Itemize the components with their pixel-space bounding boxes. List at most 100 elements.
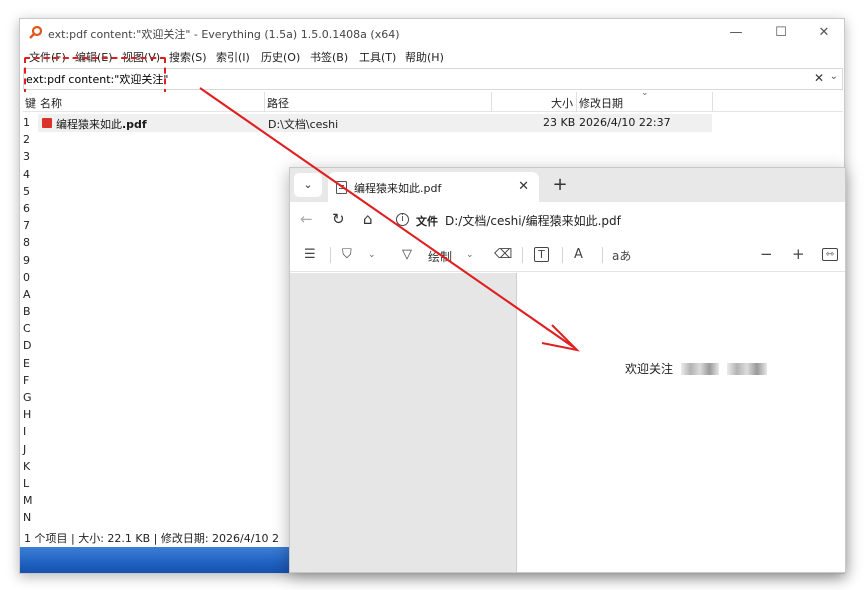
menu-file[interactable]: 文件(F) — [29, 49, 66, 65]
column-divider[interactable] — [712, 92, 713, 112]
draw-icon[interactable]: ▽ — [402, 247, 412, 262]
key-label: F — [23, 373, 30, 387]
back-arrow-icon[interactable]: ← — [300, 210, 313, 228]
address-bar[interactable]: i 文件 D:/文档/ceshi/编程猿来如此.pdf — [390, 207, 840, 233]
text-box-icon[interactable]: T — [534, 247, 549, 262]
search-input[interactable] — [26, 70, 806, 88]
result-path: D:\文档\ceshi — [268, 118, 339, 131]
column-header: 键 名称 路径 大小 修改日期 ⌄ — [23, 88, 843, 112]
refresh-icon[interactable]: ↻ — [332, 210, 345, 228]
magnifier-app-icon — [29, 26, 42, 39]
key-label: J — [23, 442, 27, 456]
contents-list-icon[interactable]: ☰ — [304, 247, 316, 262]
key-label: I — [23, 425, 27, 439]
pdf-file-icon — [42, 118, 52, 128]
tab-bar: ⌄ 编程猿来如此.pdf ✕ + — [290, 168, 845, 202]
column-divider[interactable] — [491, 92, 492, 112]
result-modified: 2026/4/10 22:37 — [579, 116, 671, 129]
key-label: 5 — [23, 184, 30, 198]
pdf-side-pane — [290, 273, 516, 572]
desktop-wallpaper — [20, 547, 290, 573]
toolbar-divider — [602, 247, 603, 263]
tab-title: 编程猿来如此.pdf — [354, 182, 442, 195]
eraser-icon[interactable]: ⌫ — [494, 247, 512, 262]
key-label: E — [23, 356, 30, 370]
key-label: C — [23, 322, 31, 336]
key-label: N — [23, 511, 32, 525]
window-title: ext:pdf content:"欢迎关注" - Everything (1.5… — [48, 28, 400, 41]
redacted-text — [681, 363, 719, 375]
url-text[interactable]: D:/文档/ceshi/编程猿来如此.pdf — [445, 212, 621, 229]
key-label: B — [23, 305, 31, 319]
search-history-dropdown-icon[interactable]: ⌄ — [830, 71, 838, 82]
column-divider[interactable] — [576, 92, 577, 112]
key-label: K — [23, 459, 31, 473]
result-row[interactable]: 编程猿来如此.pdf D:\文档\ceshi 23 KB 2026/4/10 2… — [38, 114, 712, 132]
toolbar-divider — [522, 247, 523, 263]
toolbar-divider — [562, 247, 563, 263]
pdf-toolbar: ☰ ⛉ ⌄ ▽ 绘制 ⌄ ⌫ T A aあ − + ⇿ — [290, 238, 845, 272]
column-key[interactable]: 键 — [25, 95, 36, 111]
key-label: G — [23, 391, 32, 404]
close-button[interactable]: ✕ — [802, 19, 844, 47]
document-icon — [336, 181, 347, 194]
fit-page-icon[interactable]: ⇿ — [822, 248, 838, 261]
result-size: 23 KB — [543, 116, 576, 129]
sort-indicator-icon: ⌄ — [641, 88, 649, 98]
key-label: 1 — [23, 116, 30, 129]
highlight-dropdown-icon[interactable]: ⌄ — [368, 250, 376, 260]
clear-search-icon[interactable]: ✕ — [814, 71, 824, 85]
key-label: H — [23, 408, 32, 422]
menu-index[interactable]: 索引(I) — [216, 49, 250, 65]
tab-close-icon[interactable]: ✕ — [518, 179, 529, 194]
menu-bookmarks[interactable]: 书签(B) — [310, 49, 348, 65]
zoom-out-icon[interactable]: − — [760, 245, 773, 263]
pdf-viewer-window: ⌄ 编程猿来如此.pdf ✕ + ← ↻ ⌂ i 文件 D:/文档/ceshi/… — [289, 167, 846, 573]
result-name: 编程猿来如此.pdf — [56, 118, 147, 131]
menu-tools[interactable]: 工具(T) — [359, 49, 396, 65]
column-size[interactable]: 大小 — [551, 95, 573, 111]
tab-pdf[interactable]: 编程猿来如此.pdf ✕ — [328, 172, 539, 202]
home-icon[interactable]: ⌂ — [363, 210, 373, 228]
key-label: 2 — [23, 133, 30, 147]
menu-history[interactable]: 历史(O) — [261, 49, 300, 65]
tab-list-chevron-icon[interactable]: ⌄ — [294, 173, 322, 197]
key-column: 1 2 3 4 5 6 7 8 9 0 A B C D E F G H I J … — [23, 114, 37, 527]
redacted-text — [727, 363, 767, 375]
menu-edit[interactable]: 编辑(E) — [75, 49, 113, 65]
new-tab-icon[interactable]: + — [546, 171, 574, 199]
key-label: D — [23, 339, 32, 353]
menu-search[interactable]: 搜索(S) — [169, 49, 207, 65]
maximize-button[interactable]: ☐ — [759, 19, 803, 47]
key-label: 3 — [23, 150, 30, 164]
read-aloud-icon[interactable]: A — [574, 247, 583, 262]
column-modified[interactable]: 修改日期 — [579, 95, 623, 111]
menu-view[interactable]: 视图(V) — [122, 49, 160, 65]
address-bar-row: ← ↻ ⌂ i 文件 D:/文档/ceshi/编程猿来如此.pdf — [290, 202, 845, 238]
key-label: 6 — [23, 201, 30, 215]
key-label: L — [23, 476, 30, 490]
title-bar: ext:pdf content:"欢迎关注" - Everything (1.5… — [20, 19, 844, 47]
column-path[interactable]: 路径 — [267, 95, 289, 111]
info-icon[interactable]: i — [396, 213, 409, 226]
search-bar: ✕ ⌄ — [23, 68, 843, 90]
pdf-page: 欢迎关注 — [516, 273, 845, 572]
column-divider[interactable] — [264, 92, 265, 112]
key-label: M — [23, 494, 33, 508]
column-name[interactable]: 名称 — [40, 95, 62, 111]
status-bar: 1 个项目 | 大小: 22.1 KB | 修改日期: 2026/4/10 2 — [24, 532, 279, 545]
key-label: 9 — [23, 253, 30, 267]
menu-bar: 文件(F) 编辑(E) 视图(V) 搜索(S) 索引(I) 历史(O) 书签(B… — [20, 47, 844, 67]
translate-icon[interactable]: aあ — [612, 247, 631, 264]
zoom-in-icon[interactable]: + — [792, 245, 805, 263]
highlight-icon[interactable]: ⛉ — [342, 247, 352, 262]
key-label: 7 — [23, 219, 30, 233]
key-label: A — [23, 287, 31, 301]
key-label: 8 — [23, 236, 30, 250]
minimize-button[interactable]: — — [714, 19, 758, 47]
menu-help[interactable]: 帮助(H) — [405, 49, 444, 65]
toolbar-divider — [330, 247, 331, 263]
pdf-page-text: 欢迎关注 — [625, 362, 674, 376]
draw-dropdown-icon[interactable]: ⌄ — [466, 250, 474, 260]
draw-label[interactable]: 绘制 — [428, 248, 452, 265]
